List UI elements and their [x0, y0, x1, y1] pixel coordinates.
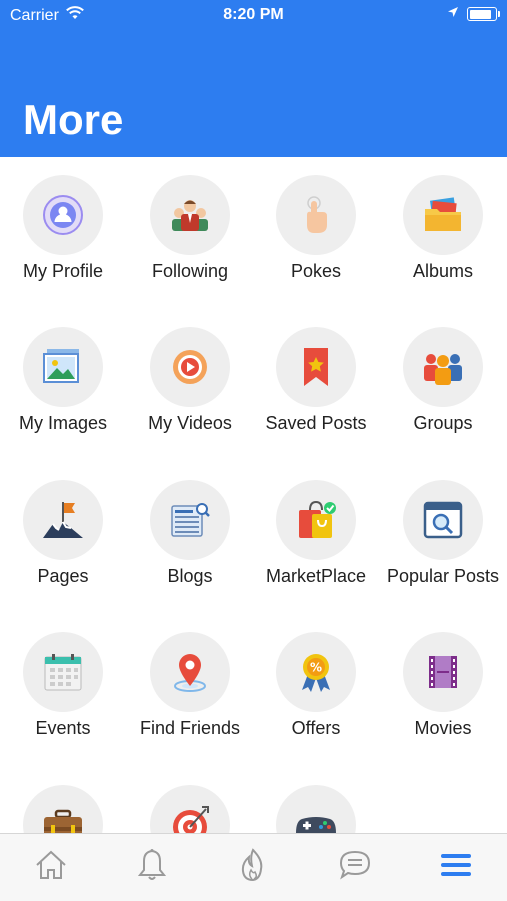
- tab-notifications[interactable]: [122, 843, 182, 893]
- menu-item-my-profile[interactable]: My Profile: [0, 157, 126, 282]
- bell-icon: [134, 847, 170, 888]
- menu-item-label: MarketPlace: [265, 566, 367, 586]
- menu-item-following[interactable]: Following: [127, 157, 253, 282]
- menu-item-label: My Videos: [148, 413, 232, 433]
- menu-item-popular-posts[interactable]: Popular Posts: [380, 462, 506, 587]
- groups-icon: [403, 327, 483, 407]
- menu-item-my-videos[interactable]: My Videos: [127, 309, 253, 434]
- tab-more[interactable]: [426, 843, 486, 893]
- menu-item-label: Movies: [414, 718, 472, 738]
- tab-home[interactable]: [21, 843, 81, 893]
- menu-item-groups[interactable]: Groups: [380, 309, 506, 434]
- menu-item-label: Following: [151, 261, 229, 281]
- menu-item-offers[interactable]: % Offers: [253, 614, 379, 739]
- flag-icon: [23, 480, 103, 560]
- menu-item-marketplace[interactable]: MarketPlace: [253, 462, 379, 587]
- bookmark-icon: [276, 327, 356, 407]
- menu-item-label: Events: [35, 718, 91, 738]
- menu-item-label: Blogs: [167, 566, 213, 586]
- battery-icon: [467, 7, 500, 21]
- menu-item-blogs[interactable]: Blogs: [127, 462, 253, 587]
- menu-item-label: Popular Posts: [386, 566, 500, 586]
- location-pin-icon: [150, 632, 230, 712]
- folder-icon: [403, 175, 483, 255]
- play-icon: [150, 327, 230, 407]
- header: Carrier 8:20 PM More: [0, 0, 507, 157]
- svg-text:%: %: [310, 661, 322, 675]
- status-time: 8:20 PM: [223, 6, 284, 23]
- popular-icon: [403, 480, 483, 560]
- briefcase-icon: [23, 785, 103, 833]
- menu-item-label: My Images: [18, 413, 108, 433]
- chat-icon: [337, 847, 373, 888]
- menu-icon: [438, 847, 474, 888]
- menu-item-target[interactable]: [127, 767, 253, 833]
- calendar-icon: [23, 632, 103, 712]
- profile-icon: [23, 175, 103, 255]
- menu-item-label: My Profile: [22, 261, 103, 281]
- status-bar: Carrier 8:20 PM: [0, 0, 507, 30]
- location-arrow-icon: [447, 5, 459, 23]
- menu-item-saved-posts[interactable]: Saved Posts: [253, 309, 379, 434]
- home-icon: [33, 847, 69, 888]
- badge-icon: %: [276, 632, 356, 712]
- more-menu-grid: My Profile Following Pokes Albums My Images M…: [0, 157, 507, 833]
- bottom-tab-bar: [0, 833, 507, 901]
- target-icon: [150, 785, 230, 833]
- menu-item-label: Find Friends: [139, 718, 241, 738]
- menu-item-label: Groups: [413, 413, 473, 433]
- menu-item-events[interactable]: Events: [0, 614, 126, 739]
- menu-item-label: Pages: [37, 566, 89, 586]
- menu-item-gamepad[interactable]: [253, 767, 379, 833]
- menu-item-find-friends[interactable]: Find Friends: [127, 614, 253, 739]
- tab-trending[interactable]: [223, 843, 283, 893]
- menu-item-movies[interactable]: Movies: [380, 614, 506, 739]
- shopping-bag-icon: [276, 480, 356, 560]
- tab-messages[interactable]: [325, 843, 385, 893]
- blog-icon: [150, 480, 230, 560]
- flame-icon: [235, 847, 271, 888]
- image-icon: [23, 327, 103, 407]
- menu-item-albums[interactable]: Albums: [380, 157, 506, 282]
- menu-item-label: Saved Posts: [265, 413, 367, 433]
- menu-item-label: Albums: [412, 261, 474, 281]
- menu-item-pokes[interactable]: Pokes: [253, 157, 379, 282]
- menu-item-my-images[interactable]: My Images: [0, 309, 126, 434]
- menu-item-briefcase[interactable]: [0, 767, 126, 833]
- page-title: More: [23, 96, 124, 143]
- gamepad-icon: [276, 785, 356, 833]
- menu-item-label: Pokes: [290, 261, 342, 281]
- menu-item-label: Offers: [291, 718, 341, 738]
- poke-icon: [276, 175, 356, 255]
- following-icon: [150, 175, 230, 255]
- film-icon: [403, 632, 483, 712]
- menu-item-pages[interactable]: Pages: [0, 462, 126, 587]
